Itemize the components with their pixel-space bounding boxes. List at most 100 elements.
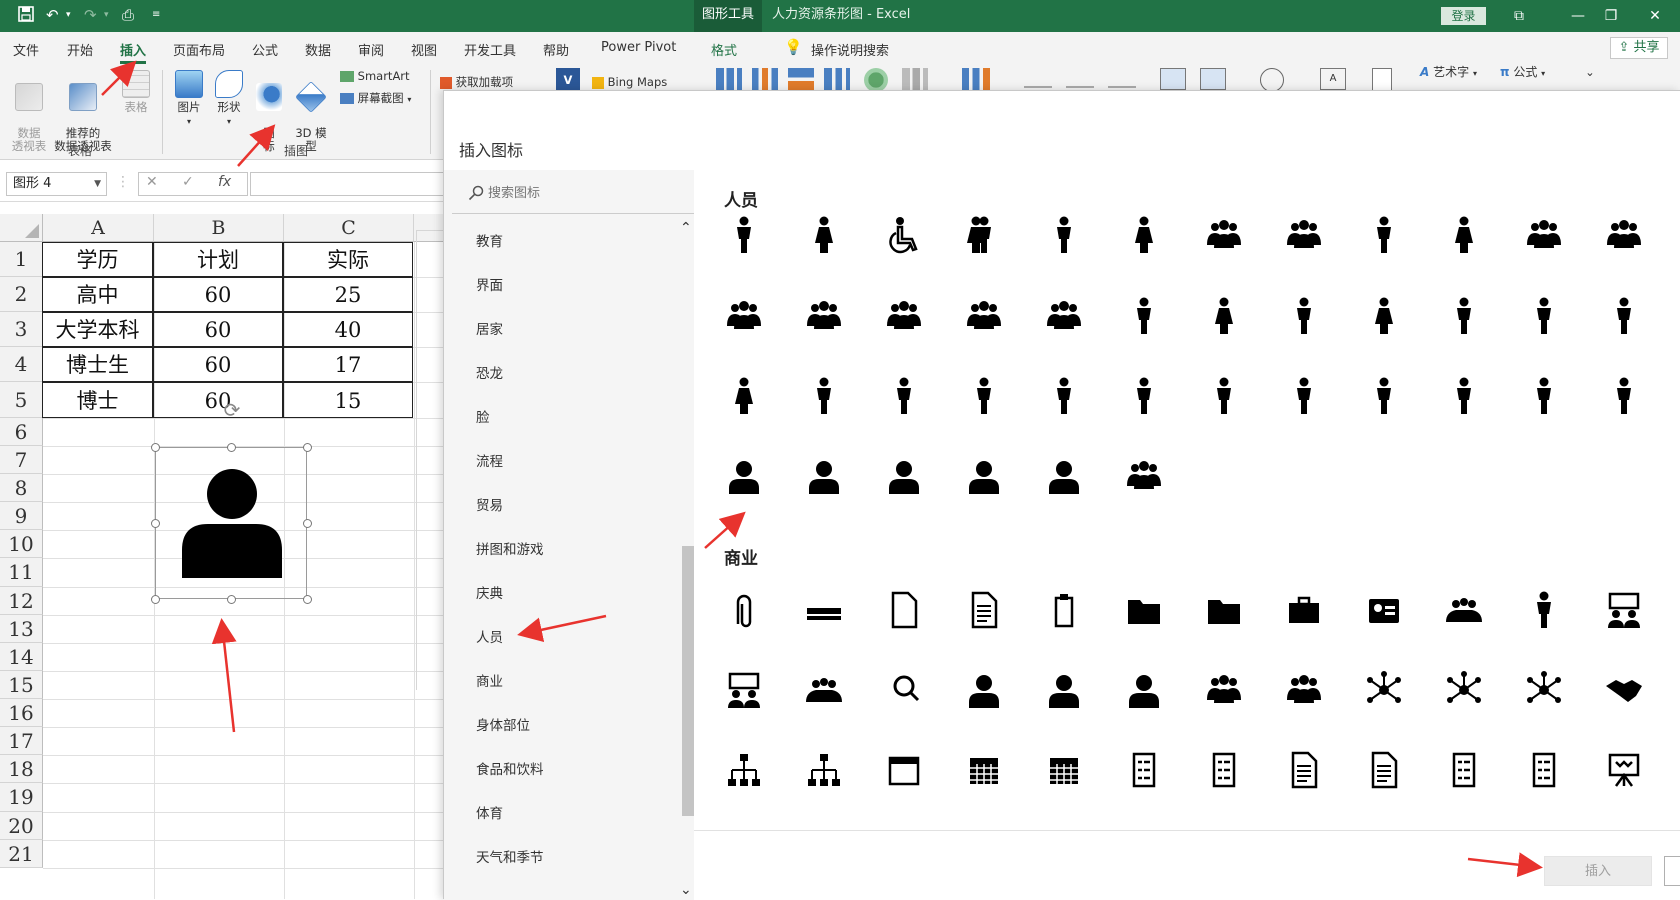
hierarchy-chart-icon[interactable] [788, 68, 814, 92]
column-header-b[interactable]: B [154, 214, 284, 242]
business-icon[interactable] [1444, 750, 1484, 790]
row-header[interactable]: 3 [0, 312, 43, 347]
people-icon[interactable] [1524, 296, 1564, 336]
category-item[interactable]: 界面 [476, 274, 503, 294]
3d-map-icon[interactable] [962, 68, 990, 92]
business-icon[interactable] [964, 750, 1004, 790]
business-icon[interactable] [1364, 590, 1404, 630]
resize-handle[interactable] [151, 443, 160, 452]
people-icon[interactable] [1044, 215, 1084, 255]
business-icon[interactable] [1124, 670, 1164, 710]
category-item[interactable]: 人员 [476, 626, 503, 646]
statistic-chart-icon[interactable] [824, 68, 850, 92]
people-icon[interactable] [724, 456, 764, 496]
row-header[interactable]: 21 [0, 840, 43, 868]
rotate-handle-icon[interactable]: ⟳ [220, 398, 244, 422]
tab-file[interactable]: 文件 [13, 40, 39, 59]
people-icon[interactable] [1204, 296, 1244, 336]
people-icon[interactable] [1124, 296, 1164, 336]
table-cell[interactable]: 60 [153, 347, 283, 382]
business-icon[interactable] [1044, 590, 1084, 630]
people-icon[interactable] [804, 456, 844, 496]
category-item[interactable]: 庆典 [476, 582, 503, 602]
row-header[interactable]: 9 [0, 502, 43, 530]
people-icon[interactable] [1284, 296, 1324, 336]
insert-function-icon[interactable]: fx [218, 174, 231, 190]
business-icon[interactable] [804, 750, 844, 790]
name-box[interactable]: 图形 4 ▼ [6, 172, 107, 196]
table-cell[interactable]: 25 [283, 277, 413, 312]
business-icon[interactable] [884, 590, 924, 630]
redo-dropdown-icon[interactable]: ▾ [104, 10, 109, 20]
business-icon[interactable] [1124, 750, 1164, 790]
people-icon[interactable] [724, 376, 764, 416]
category-item[interactable]: 脸 [476, 406, 490, 426]
people-icon[interactable] [1364, 376, 1404, 416]
people-icon[interactable] [1044, 456, 1084, 496]
row-header[interactable]: 6 [0, 418, 43, 446]
smartart-button[interactable]: SmartArt [340, 70, 410, 83]
business-icon[interactable] [1604, 590, 1644, 630]
people-icon[interactable] [804, 296, 844, 336]
people-icon[interactable] [884, 376, 924, 416]
textbox-icon[interactable]: A [1320, 68, 1346, 90]
sparkline-line-icon[interactable] [1024, 72, 1052, 88]
category-item[interactable]: 身体部位 [476, 714, 530, 734]
tab-home[interactable]: 开始 [67, 40, 93, 59]
tab-view[interactable]: 视图 [411, 40, 437, 59]
business-icon[interactable] [1284, 750, 1324, 790]
equation-button[interactable]: π 公式 ▾ [1500, 66, 1545, 80]
link-icon[interactable] [1260, 68, 1284, 92]
resize-handle[interactable] [227, 443, 236, 452]
business-icon[interactable] [804, 590, 844, 630]
tab-insert[interactable]: 插入 [120, 40, 147, 64]
row-header[interactable]: 15 [0, 671, 43, 699]
resize-handle[interactable] [151, 595, 160, 604]
search-input[interactable] [488, 182, 688, 204]
category-item[interactable]: 贸易 [476, 494, 503, 514]
business-icon[interactable] [804, 670, 844, 710]
minimize-icon[interactable]: — [1563, 4, 1593, 28]
people-icon[interactable] [1124, 215, 1164, 255]
table-cell[interactable]: 高中 [42, 277, 153, 312]
business-icon[interactable] [1524, 750, 1564, 790]
resize-handle[interactable] [303, 519, 312, 528]
header-footer-icon[interactable] [1372, 68, 1392, 92]
share-button[interactable]: ⇪ 共享 [1610, 37, 1668, 59]
people-icon[interactable] [1524, 376, 1564, 416]
restore-icon[interactable]: ❐ [1596, 4, 1626, 28]
business-icon[interactable] [1044, 670, 1084, 710]
screenshot-button[interactable]: 屏幕截图 ▾ [340, 92, 411, 106]
business-icon[interactable] [1444, 590, 1484, 630]
business-icon[interactable] [1284, 590, 1324, 630]
tell-me-search[interactable]: 操作说明搜索 [811, 40, 889, 59]
people-icon[interactable] [884, 215, 924, 255]
table-button[interactable]: 表格 [120, 70, 152, 114]
3d-models-button[interactable]: 3D 模 型 [294, 70, 328, 153]
print-preview-icon[interactable]: ⎙ [122, 6, 134, 24]
pivot-table-button[interactable]: 数据 透视表 [8, 70, 50, 153]
tab-page-layout[interactable]: 页面布局 [173, 40, 225, 59]
table-cell[interactable]: 60 [153, 382, 283, 418]
save-icon[interactable] [18, 6, 34, 26]
tab-review[interactable]: 审阅 [358, 40, 384, 59]
table-cell[interactable]: 60 [153, 277, 283, 312]
worksheet[interactable]: A B C 1 2 3 4 5 6 7 8 9 10 11 12 13 14 15 16 17 18 19 20 21 … [0, 202, 444, 899]
search-box[interactable] [452, 170, 694, 214]
ribbon-display-icon[interactable]: ⧉ [1504, 4, 1534, 28]
resize-handle[interactable] [303, 443, 312, 452]
business-icon[interactable] [1124, 590, 1164, 630]
people-icon[interactable] [804, 215, 844, 255]
header-cell[interactable]: 实际 [283, 242, 413, 277]
people-icon[interactable] [1604, 376, 1644, 416]
resize-handle[interactable] [227, 595, 236, 604]
category-item[interactable]: 恐龙 [476, 362, 503, 382]
business-icon[interactable] [964, 590, 1004, 630]
business-icon[interactable] [1444, 670, 1484, 710]
business-icon[interactable] [964, 670, 1004, 710]
people-icon[interactable] [1284, 376, 1324, 416]
people-icon[interactable] [804, 376, 844, 416]
row-header[interactable]: 5 [0, 382, 43, 418]
tab-power-pivot[interactable]: Power Pivot [601, 40, 676, 55]
business-icon[interactable] [724, 750, 764, 790]
